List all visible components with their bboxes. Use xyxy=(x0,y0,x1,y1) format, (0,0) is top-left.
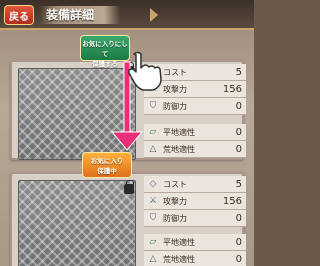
protect-button-line1: お気に入りにして xyxy=(82,40,128,58)
protect-button-line2: 保護する xyxy=(92,60,118,68)
tap-hand-icon xyxy=(128,51,162,91)
protected-badge-line1: お気に入り xyxy=(90,157,124,165)
equipment-detail-screen: 戻る 装備詳細 ◇ コスト 5 ⚔ 攻撃力 156 ⛉ 防御力 0 xyxy=(0,0,254,266)
protected-favorite-badge[interactable]: お気に入り 保護中 xyxy=(82,152,132,178)
protected-badge-line2: 保護中 xyxy=(97,167,117,175)
protect-favorite-button[interactable]: お気に入りにして 保護する xyxy=(80,35,130,68)
